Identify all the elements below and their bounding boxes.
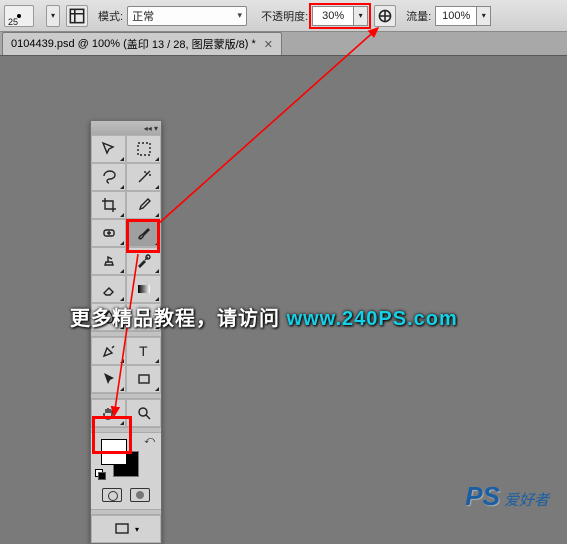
opacity-input[interactable]: 30%	[312, 6, 354, 26]
tab-layer-info: 盖印 13 / 28, 图层蒙版/8	[127, 36, 245, 52]
tab-modified-indicator: *	[252, 38, 256, 50]
flow-input[interactable]: 100%	[435, 6, 477, 26]
brush-panel-toggle[interactable]	[66, 5, 88, 27]
watermark-prefix: 更多精品教程，请访问	[70, 308, 280, 330]
svg-text:T: T	[139, 343, 148, 359]
marquee-tool[interactable]	[126, 135, 161, 163]
pen-tool[interactable]	[91, 337, 126, 365]
watermark-text: 更多精品教程，请访问 www.240PS.com	[70, 302, 458, 331]
screen-mode-button[interactable]: ▾	[91, 515, 161, 543]
flow-dropdown[interactable]: ▾	[477, 6, 491, 26]
eyedropper-tool[interactable]	[126, 191, 161, 219]
lasso-tool[interactable]	[91, 163, 126, 191]
tools-panel: ◂◂ ▾ T ⤺	[90, 120, 162, 544]
blend-mode-value: 正常	[132, 8, 154, 24]
options-bar: 25 ▾ 模式: 正常 ▾ 不透明度: 30% ▾ 流量: 100% ▾	[0, 0, 567, 32]
document-tab-bar: 0104439.psd @ 100% ( 盖印 13 / 28, 图层蒙版/8 …	[0, 32, 567, 56]
move-tool[interactable]	[91, 135, 126, 163]
flow-label: 流量:	[406, 8, 431, 24]
foreground-swatch[interactable]	[101, 439, 127, 465]
history-brush-tool[interactable]	[126, 247, 161, 275]
blend-mode-select[interactable]: 正常 ▾	[127, 6, 247, 26]
pressure-opacity-toggle[interactable]	[374, 5, 396, 27]
eraser-tool[interactable]	[91, 275, 126, 303]
path-selection-tool[interactable]	[91, 365, 126, 393]
brush-preset-dropdown[interactable]: ▾	[46, 5, 60, 27]
magic-wand-tool[interactable]	[126, 163, 161, 191]
document-tab[interactable]: 0104439.psd @ 100% ( 盖印 13 / 28, 图层蒙版/8 …	[2, 32, 282, 55]
zoom-tool[interactable]	[126, 399, 161, 427]
rectangle-tool[interactable]	[126, 365, 161, 393]
quick-mask-icon[interactable]	[130, 488, 150, 502]
opacity-control: 30% ▾	[312, 6, 368, 26]
swap-colors-icon[interactable]: ⤺	[144, 435, 155, 446]
tools-panel-header[interactable]: ◂◂ ▾	[91, 121, 161, 135]
opacity-dropdown[interactable]: ▾	[354, 6, 368, 26]
close-tab-icon[interactable]: ✕	[264, 38, 273, 51]
color-swatches: ⤺	[91, 433, 161, 481]
tab-zoom: 100%	[92, 38, 120, 50]
watermark-logo-rest: 爱好者	[504, 489, 549, 510]
watermark-logo: PS 爱好者	[465, 481, 549, 512]
hand-tool[interactable]	[91, 399, 126, 427]
opacity-label: 不透明度:	[261, 8, 308, 24]
brush-size-value: 25	[8, 17, 18, 27]
tab-filename: 0104439.psd	[11, 38, 75, 50]
standard-mode-icon[interactable]	[102, 488, 122, 502]
chevron-down-icon: ▾	[238, 10, 243, 21]
brush-tool[interactable]	[126, 219, 161, 247]
blend-mode-label: 模式:	[98, 8, 123, 24]
clone-stamp-tool[interactable]	[91, 247, 126, 275]
watermark-url: www.240PS.com	[287, 308, 458, 330]
edit-mode-row	[91, 481, 161, 509]
crop-tool[interactable]	[91, 191, 126, 219]
default-colors-icon[interactable]	[95, 469, 105, 479]
flow-control: 100% ▾	[435, 6, 491, 26]
gradient-tool[interactable]	[126, 275, 161, 303]
watermark-logo-ps: PS	[465, 481, 500, 512]
healing-brush-tool[interactable]	[91, 219, 126, 247]
type-tool[interactable]: T	[126, 337, 161, 365]
annotation-arrows	[0, 0, 567, 524]
